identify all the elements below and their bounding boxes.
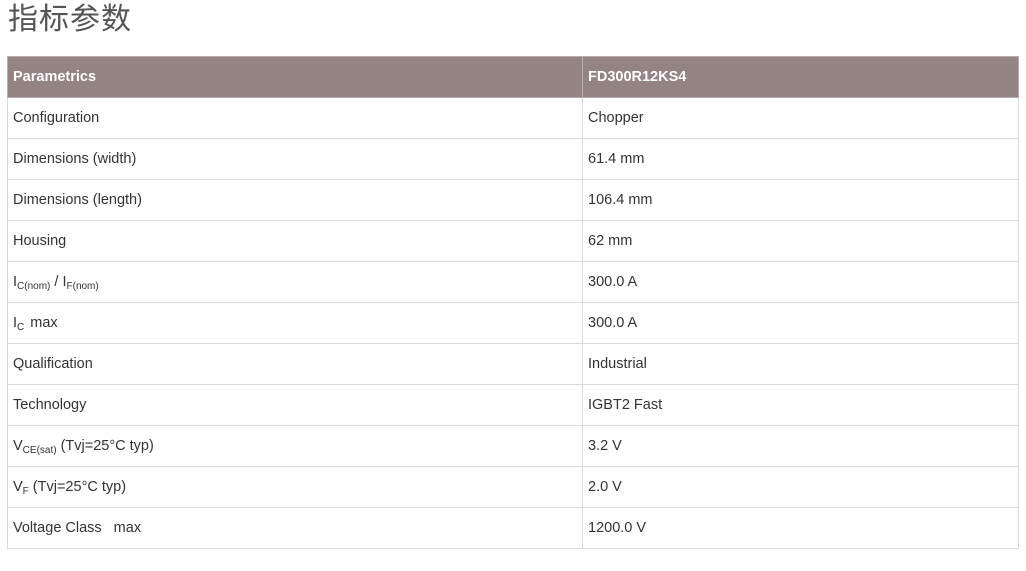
table-row: IC(nom) / IF(nom) 300.0 A [7, 261, 1019, 303]
value-cell: 1200.0 V [582, 507, 1019, 549]
param-cell: Dimensions (length) [7, 179, 583, 221]
table-row: Technology IGBT2 Fast [7, 384, 1019, 426]
subscript: F(nom) [66, 281, 99, 292]
value-cell: 300.0 A [582, 261, 1019, 303]
param-cell: VCE(sat) (Tvj=25°C typ) [7, 425, 583, 467]
table-row: Housing 62 mm [7, 220, 1019, 262]
param-cell: Configuration [7, 97, 583, 139]
param-cell: Qualification [7, 343, 583, 385]
value-cell: 3.2 V [582, 425, 1019, 467]
table-row: VCE(sat) (Tvj=25°C typ) 3.2 V [7, 425, 1019, 467]
table-header-row: Parametrics FD300R12KS4 [7, 56, 1019, 98]
param-cell: Technology [7, 384, 583, 426]
value-cell: Industrial [582, 343, 1019, 385]
param-cell: Housing [7, 220, 583, 262]
subscript: C [17, 322, 25, 333]
param-cell: Voltage Class max [7, 507, 583, 549]
table-row: Qualification Industrial [7, 343, 1019, 385]
table-row: IC max 300.0 A [7, 302, 1019, 344]
value-cell: 300.0 A [582, 302, 1019, 344]
table-row: Dimensions (length) 106.4 mm [7, 179, 1019, 221]
subscript: C(nom) [17, 281, 51, 292]
param-rest: (Tvj=25°C typ) [56, 438, 154, 454]
table-row: VF (Tvj=25°C typ) 2.0 V [7, 466, 1019, 508]
value-cell: 62 mm [582, 220, 1019, 262]
symbol: V [13, 479, 23, 495]
table-row: Dimensions (width) 61.4 mm [7, 138, 1019, 180]
header-parametrics: Parametrics [7, 56, 583, 98]
param-rest: max [113, 520, 142, 536]
param-cell: VF (Tvj=25°C typ) [7, 466, 583, 508]
param-label: Voltage Class [13, 520, 102, 536]
param-rest: max [30, 315, 58, 331]
spec-table: Parametrics FD300R12KS4 Configuration Ch… [7, 56, 1019, 549]
param-rest: (Tvj=25°C typ) [28, 479, 127, 495]
subscript: CE(sat) [22, 445, 57, 456]
table-row: Voltage Class max 1200.0 V [7, 507, 1019, 549]
param-cell: IC max [7, 302, 583, 344]
value-cell: 61.4 mm [582, 138, 1019, 180]
value-cell: 106.4 mm [582, 179, 1019, 221]
symbol: V [13, 438, 23, 454]
value-cell: Chopper [582, 97, 1019, 139]
separator: / [50, 274, 63, 290]
value-cell: IGBT2 Fast [582, 384, 1019, 426]
page-title: 指标参数 [8, 2, 132, 37]
param-cell: IC(nom) / IF(nom) [7, 261, 583, 303]
header-part-number: FD300R12KS4 [582, 56, 1019, 98]
param-cell: Dimensions (width) [7, 138, 583, 180]
table-row: Configuration Chopper [7, 97, 1019, 139]
value-cell: 2.0 V [582, 466, 1019, 508]
